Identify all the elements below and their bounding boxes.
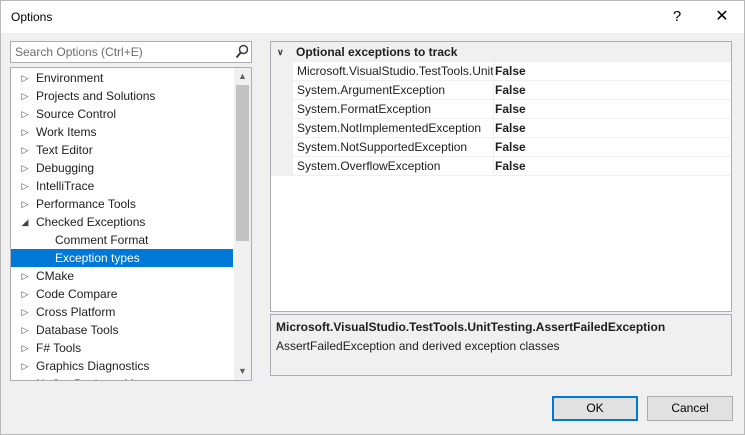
scroll-up-icon[interactable]: ▲ [234, 68, 251, 85]
tree-item-label: Graphics Diagnostics [36, 359, 150, 373]
tree-item-label: Comment Format [55, 233, 149, 247]
ok-button[interactable]: OK [552, 396, 638, 421]
expand-arrow-icon[interactable]: ▷ [20, 87, 30, 105]
expand-arrow-icon[interactable]: ▷ [20, 141, 30, 159]
chevron-down-icon[interactable]: ∨ [277, 42, 284, 62]
tree-item-label: Debugging [36, 161, 95, 175]
expand-arrow-icon[interactable]: ▷ [20, 375, 30, 380]
expand-arrow-icon[interactable]: ▷ [20, 285, 30, 303]
tree-item-label: Exception types [55, 251, 140, 265]
tree-item-label: CMake [36, 269, 75, 283]
expand-arrow-icon[interactable]: ▷ [20, 123, 30, 141]
row-indent [271, 62, 293, 81]
expand-arrow-icon[interactable]: ▷ [20, 267, 30, 285]
search-icon[interactable] [235, 44, 249, 60]
property-row[interactable]: System.FormatException False [271, 100, 731, 119]
tree-item[interactable]: ▷ Graphics Diagnostics [11, 357, 233, 375]
tree-list: ▷ Environment ▷ Projects and Solutions ▷ Sour… [11, 69, 233, 380]
property-row[interactable]: Microsoft.VisualStudio.TestTools.UnitTes… [271, 62, 731, 81]
window-title: Options [11, 10, 53, 24]
tree-item[interactable]: ▷ NuGet Package Manager [11, 375, 233, 380]
tree-item-label: Database Tools [36, 323, 119, 337]
tree-item-label: F# Tools [36, 341, 82, 355]
tree-item-label: Text Editor [36, 143, 93, 157]
scroll-down-icon[interactable]: ▼ [234, 363, 251, 380]
property-value[interactable]: False [491, 119, 731, 138]
property-row[interactable]: System.NotImplementedException False [271, 119, 731, 138]
title-bar: Options ? ✕ [1, 1, 744, 33]
help-button[interactable]: ? [655, 1, 699, 33]
tree-item[interactable]: ▷ F# Tools [11, 339, 233, 357]
search-box [10, 41, 252, 63]
tree-item[interactable]: ▷ Code Compare [11, 285, 233, 303]
options-dialog: Options ? ✕ ▷ Environment ▷ Projects and So… [0, 0, 745, 435]
tree-item[interactable]: ▷ Cross Platform [11, 303, 233, 321]
expanded-arrow-icon[interactable]: ◢ [20, 213, 30, 231]
row-indent [271, 138, 293, 157]
tree-item[interactable]: ▷ Text Editor [11, 141, 233, 159]
expand-arrow-icon[interactable]: ▷ [20, 159, 30, 177]
category-row[interactable]: ∨ Optional exceptions to track [271, 42, 731, 62]
tree-item[interactable]: ▷ Debugging [11, 159, 233, 177]
property-value[interactable]: False [491, 157, 731, 176]
tree-item-label: Work Items [36, 125, 97, 139]
property-name[interactable]: System.OverflowException [293, 157, 494, 176]
cancel-button[interactable]: Cancel [647, 396, 733, 421]
tree-item[interactable]: ▷ IntelliTrace [11, 177, 233, 195]
row-indent [271, 157, 293, 176]
expand-arrow-icon[interactable]: ▷ [20, 303, 30, 321]
row-indent [271, 119, 293, 138]
tree-item[interactable]: Exception types [11, 249, 233, 267]
tree-item-label: Cross Platform [36, 305, 116, 319]
expand-arrow-icon[interactable]: ▷ [20, 321, 30, 339]
row-indent [271, 81, 293, 100]
tree-item-label: Performance Tools [36, 197, 136, 211]
property-value[interactable]: False [491, 100, 731, 119]
search-input[interactable] [11, 42, 233, 62]
tree-item[interactable]: ▷ Environment [11, 69, 233, 87]
property-name[interactable]: System.NotImplementedException [293, 119, 494, 138]
tree-item-label: Environment [36, 71, 104, 85]
tree-item[interactable]: ▷ Projects and Solutions [11, 87, 233, 105]
tree-item-label: NuGet Package Manager [36, 375, 171, 380]
property-name[interactable]: Microsoft.VisualStudio.TestTools.UnitTes… [293, 62, 494, 81]
property-grid: ∨ Optional exceptions to track Microsoft… [270, 41, 732, 312]
property-name[interactable]: System.NotSupportedException [293, 138, 494, 157]
row-indent [271, 100, 293, 119]
property-row[interactable]: System.ArgumentException False [271, 81, 731, 100]
category-label: Optional exceptions to track [296, 45, 458, 59]
tree-item[interactable]: ▷ CMake [11, 267, 233, 285]
tree-item-label: Source Control [36, 107, 117, 121]
property-value[interactable]: False [491, 62, 731, 81]
property-row[interactable]: System.NotSupportedException False [271, 138, 731, 157]
description-pane: Microsoft.VisualStudio.TestTools.UnitTes… [270, 314, 732, 376]
tree-item[interactable]: ▷ Performance Tools [11, 195, 233, 213]
property-value[interactable]: False [491, 81, 731, 100]
property-name[interactable]: System.FormatException [293, 100, 494, 119]
tree-item[interactable]: Comment Format [11, 231, 233, 249]
property-value[interactable]: False [491, 138, 731, 157]
expand-arrow-icon[interactable]: ▷ [20, 195, 30, 213]
tree-item[interactable]: ▷ Source Control [11, 105, 233, 123]
expand-arrow-icon[interactable]: ▷ [20, 177, 30, 195]
description-text: AssertFailedException and derived except… [276, 339, 560, 353]
expand-arrow-icon[interactable]: ▷ [20, 339, 30, 357]
tree-item-label: Projects and Solutions [36, 89, 156, 103]
expand-arrow-icon[interactable]: ▷ [20, 69, 30, 87]
property-row[interactable]: System.OverflowException False [271, 157, 731, 176]
tree-item[interactable]: ◢ Checked Exceptions [11, 213, 233, 231]
options-tree: ▷ Environment ▷ Projects and Solutions ▷ Sour… [10, 67, 252, 381]
tree-item-label: Code Compare [36, 287, 118, 301]
tree-item[interactable]: ▷ Work Items [11, 123, 233, 141]
close-button[interactable]: ✕ [700, 1, 744, 33]
tree-item-label: Checked Exceptions [36, 215, 146, 229]
expand-arrow-icon[interactable]: ▷ [20, 105, 30, 123]
tree-scrollbar[interactable]: ▲ ▼ [234, 68, 251, 380]
description-title: Microsoft.VisualStudio.TestTools.UnitTes… [276, 320, 666, 334]
tree-item-label: IntelliTrace [36, 179, 95, 193]
tree-item[interactable]: ▷ Database Tools [11, 321, 233, 339]
property-name[interactable]: System.ArgumentException [293, 81, 494, 100]
expand-arrow-icon[interactable]: ▷ [20, 357, 30, 375]
scrollbar-thumb[interactable] [236, 85, 249, 241]
